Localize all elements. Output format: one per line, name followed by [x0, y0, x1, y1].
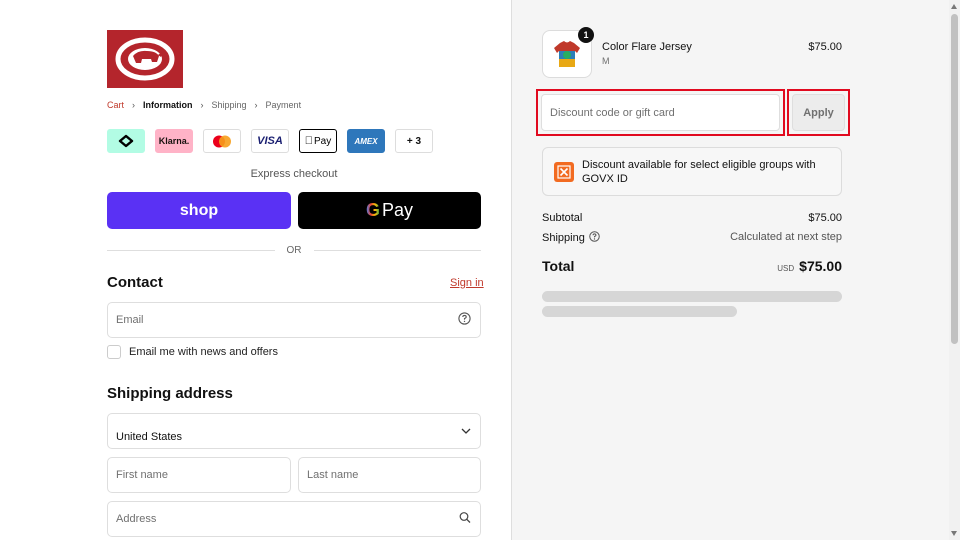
last-name-field[interactable]: Last name — [298, 457, 481, 493]
google-g-icon: G — [365, 200, 380, 220]
first-name-placeholder: First name — [116, 469, 168, 481]
checkout-form-panel: Cart › Information › Shipping › Payment … — [0, 0, 511, 540]
total-row: Total USD $75.00 — [542, 258, 842, 274]
email-placeholder: Email — [116, 314, 144, 326]
chevron-right-icon: › — [254, 100, 258, 110]
scroll-down-arrow-icon[interactable] — [951, 531, 957, 536]
breadcrumb-shipping: Shipping — [211, 100, 247, 110]
payment-methods-row: Klarna. VISA Pay AMEX + 3 — [107, 129, 433, 153]
amex-icon: AMEX — [347, 129, 385, 153]
mastercard-icon — [203, 129, 241, 153]
govx-icon — [554, 162, 574, 182]
newsletter-checkbox[interactable] — [107, 345, 121, 359]
klarna-icon: Klarna. — [155, 129, 193, 153]
govx-discount-banner[interactable]: Discount available for select eligible g… — [542, 147, 842, 196]
visa-icon: VISA — [251, 129, 289, 153]
google-pay-button[interactable]: G Pay — [298, 192, 481, 229]
search-icon — [459, 512, 471, 527]
page-scrollbar[interactable] — [949, 0, 960, 540]
apple-icon:  — [305, 135, 313, 147]
divider-line — [313, 249, 481, 251]
afterpay-icon — [107, 129, 145, 153]
breadcrumb-payment: Payment — [265, 100, 302, 110]
shop-pay-button[interactable]: shop — [107, 192, 291, 229]
shipping-value: Calculated at next step — [730, 231, 842, 243]
product-variant: M — [602, 56, 610, 66]
total-currency: USD — [777, 264, 795, 273]
quantity-badge: 1 — [578, 27, 594, 43]
newsletter-label: Email me with news and offers — [129, 346, 278, 358]
discount-code-field[interactable]: Discount code or gift card — [536, 89, 785, 136]
chevron-down-icon — [461, 425, 471, 437]
divider-line — [107, 249, 275, 251]
shop-pay-label: shop — [179, 201, 219, 219]
scrollbar-thumb[interactable] — [951, 14, 958, 344]
subtotal-row: Subtotal $75.00 — [542, 212, 842, 224]
apple-pay-icon: Pay — [299, 129, 337, 153]
breadcrumb-information: Information — [143, 100, 193, 110]
discount-code-input[interactable]: Discount code or gift card — [541, 94, 780, 131]
sign-in-link[interactable]: Sign in — [450, 277, 484, 289]
more-payment-methods[interactable]: + 3 — [395, 129, 433, 153]
chevron-right-icon: › — [200, 100, 204, 110]
govx-text: Discount available for select eligible g… — [582, 159, 816, 185]
country-select[interactable]: United States — [107, 413, 481, 449]
newsletter-option[interactable]: Email me with news and offers — [107, 345, 278, 359]
breadcrumb: Cart › Information › Shipping › Payment — [107, 100, 301, 110]
breadcrumb-cart[interactable]: Cart — [107, 100, 124, 110]
contact-heading: Contact — [107, 274, 163, 291]
address-field[interactable]: Address — [107, 501, 481, 537]
apply-label: Apply — [803, 106, 834, 119]
product-price: $75.00 — [808, 41, 842, 53]
total-value: $75.00 — [799, 258, 842, 274]
shipping-label: Shipping — [542, 232, 585, 244]
apply-button-face[interactable]: Apply — [792, 94, 845, 131]
scroll-up-arrow-icon[interactable] — [951, 4, 957, 9]
subtotal-value: $75.00 — [808, 212, 842, 224]
shipping-row: Shipping Calculated at next step — [542, 231, 842, 245]
or-divider: OR — [107, 244, 481, 256]
email-field[interactable]: Email — [107, 302, 481, 338]
shipping-address-heading: Shipping address — [107, 385, 233, 402]
discount-placeholder: Discount code or gift card — [550, 106, 675, 119]
apple-pay-label: Pay — [309, 135, 331, 147]
help-circle-icon[interactable] — [589, 231, 600, 245]
express-checkout-label: Express checkout — [250, 168, 338, 180]
total-amount: USD $75.00 — [777, 258, 842, 274]
last-name-placeholder: Last name — [307, 469, 359, 481]
address-placeholder: Address — [116, 513, 157, 525]
chevron-right-icon: › — [132, 100, 136, 110]
google-pay-label: Pay — [381, 200, 414, 220]
total-label: Total — [542, 258, 575, 274]
shipping-label-group: Shipping — [542, 231, 600, 245]
loading-placeholder — [542, 291, 842, 302]
ecko-rhino-logo[interactable] — [107, 30, 183, 88]
or-label: OR — [286, 244, 302, 256]
apply-discount-button[interactable]: Apply — [787, 89, 850, 136]
loading-placeholder — [542, 306, 737, 317]
first-name-field[interactable]: First name — [107, 457, 291, 493]
subtotal-label: Subtotal — [542, 212, 583, 224]
help-circle-icon[interactable] — [458, 312, 471, 328]
product-name: Color Flare Jersey — [602, 41, 692, 53]
country-value: United States — [116, 431, 183, 443]
